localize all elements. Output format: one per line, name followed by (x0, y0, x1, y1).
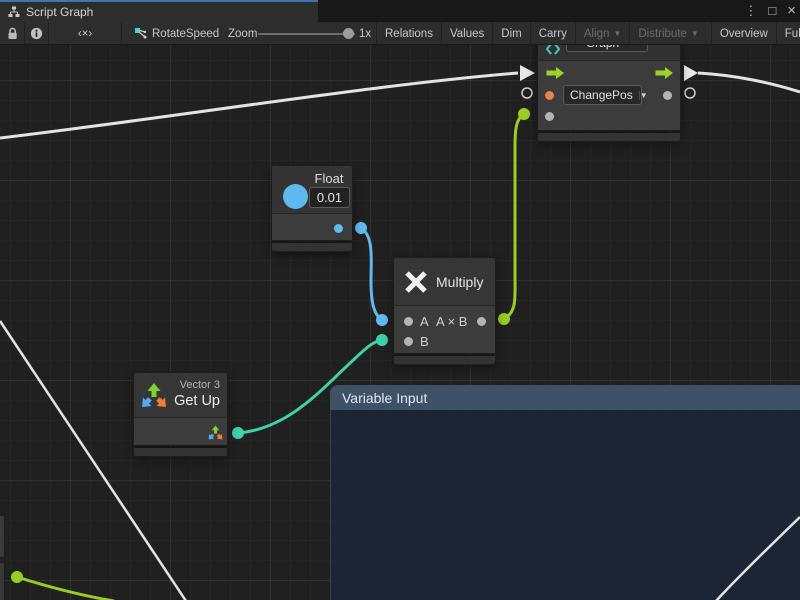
variable-input-group[interactable]: Variable Input (330, 385, 800, 600)
values-button[interactable]: Values (441, 22, 492, 45)
align-button[interactable]: Align▼ (575, 22, 630, 45)
variable-dropdown-value: ChangePos (564, 88, 639, 102)
graph-name-label: RotateSpeed (152, 28, 219, 40)
zoom-label: Zoom (228, 22, 257, 45)
tab-title: Script Graph (26, 5, 93, 19)
multiply-output-endpoint[interactable] (498, 313, 510, 325)
graph-header-dropdown[interactable]: Graph ▾ (566, 45, 648, 52)
info-icon (30, 27, 43, 40)
multiply-node[interactable]: Multiply A A × B B (393, 257, 496, 365)
chevron-down-icon: ▼ (613, 29, 621, 38)
script-graph-asset-icon (134, 27, 147, 40)
crossing-wire-left (0, 321, 186, 600)
close-icon[interactable]: × (787, 0, 796, 22)
multiply-a-label: A (420, 314, 429, 329)
vector3-type-label: Vector 3 (180, 379, 220, 391)
graph-input-endpoint[interactable] (518, 108, 530, 120)
lock-icon (7, 27, 18, 40)
chevron-down-icon: ▾ (638, 45, 647, 47)
graph-toolbar: ‹×› RotateSpeed Zoom 1x Relations Values… (0, 22, 800, 45)
vector3-getup-node[interactable]: Vector 3 Get Up (133, 372, 228, 457)
getup-title: Get Up (174, 393, 220, 409)
group-body (330, 410, 800, 600)
graph-icon (546, 45, 560, 56)
multiply-b-endpoint[interactable] (376, 334, 388, 346)
value-input-port[interactable] (545, 112, 554, 121)
graph-unit-node[interactable]: Graph ▾ ChangePos ▼ (537, 45, 681, 142)
code-icon: ‹×› (78, 28, 92, 40)
offscreen-output-endpoint[interactable] (11, 571, 23, 583)
tab-script-graph[interactable]: Script Graph (0, 0, 318, 22)
unconnected-port-left[interactable] (522, 88, 532, 98)
zoom-value: 1x (359, 22, 371, 45)
multiply-title: Multiply (436, 274, 483, 290)
dim-button[interactable]: Dim (492, 22, 529, 45)
graph-reference[interactable]: RotateSpeed (134, 22, 219, 45)
flow-in-port-icon[interactable] (546, 67, 565, 79)
getup-output-endpoint[interactable] (232, 427, 244, 439)
relations-button[interactable]: Relations (376, 22, 441, 45)
chevron-down-icon: ▼ (691, 29, 699, 38)
lock-button[interactable] (0, 22, 25, 45)
group-header[interactable]: Variable Input (330, 385, 800, 410)
fullscreen-button[interactable]: Full Screen (776, 22, 800, 45)
float-output-port[interactable] (334, 224, 343, 233)
value-output-port[interactable] (663, 91, 672, 100)
script-graph-window: Script Graph ⋮ □ × ‹×› (0, 0, 800, 600)
graph-hierarchy-icon (8, 6, 20, 18)
flow-wire-in (0, 73, 518, 138)
carry-button[interactable]: Carry (530, 22, 575, 45)
float-icon (283, 184, 308, 209)
vector3-icon (141, 382, 167, 408)
float-node[interactable]: Float 0.01 (271, 165, 353, 252)
multiply-icon (403, 269, 429, 295)
float-title: Float (308, 171, 350, 186)
flow-out-port-icon[interactable] (655, 67, 674, 79)
graph-canvas[interactable]: Variable Input (0, 45, 800, 600)
chevron-down-icon: ▼ (639, 91, 648, 100)
window-menu-icon[interactable]: ⋮ (744, 0, 757, 22)
vector3-output-port-icon[interactable] (208, 425, 223, 440)
multiply-b-label: B (420, 334, 429, 349)
variable-dropdown[interactable]: ChangePos ▼ (563, 85, 642, 105)
multiply-a-endpoint[interactable] (376, 314, 388, 326)
zoom-slider-handle[interactable] (343, 28, 354, 39)
float-to-multiply-wire (361, 228, 382, 320)
offscreen-node-header[interactable] (0, 515, 5, 558)
multiply-output-label: A × B (436, 314, 467, 329)
code-view-button[interactable]: ‹×› (49, 22, 122, 45)
flow-wire-out (698, 73, 800, 92)
zoom-slider-track[interactable] (258, 33, 355, 35)
graph-header-label: Graph (567, 45, 638, 50)
flow-arrow-in (520, 65, 535, 81)
float-value-field[interactable]: 0.01 (309, 187, 350, 208)
offscreen-node-body[interactable] (0, 562, 5, 600)
variable-name-port[interactable] (545, 91, 554, 100)
distribute-button[interactable]: Distribute▼ (629, 22, 707, 45)
offscreen-node-wire (17, 577, 114, 600)
overview-button[interactable]: Overview (711, 22, 776, 45)
float-output-endpoint[interactable] (355, 222, 367, 234)
unconnected-port-right[interactable] (685, 88, 695, 98)
multiply-a-port[interactable] (404, 317, 413, 326)
info-button[interactable] (25, 22, 49, 45)
flow-arrow-out (684, 65, 698, 81)
multiply-b-port[interactable] (404, 337, 413, 346)
multiply-output-port[interactable] (477, 317, 486, 326)
maximize-icon[interactable]: □ (768, 0, 776, 22)
group-title: Variable Input (342, 390, 427, 406)
tab-bar: Script Graph ⋮ □ × (0, 0, 800, 22)
multiply-to-graph-wire (504, 114, 524, 319)
